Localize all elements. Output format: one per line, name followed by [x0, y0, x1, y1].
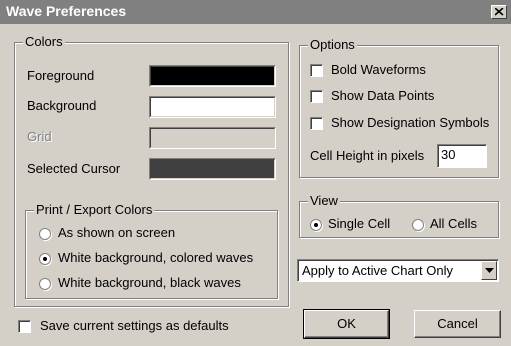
options-legend: Options — [308, 37, 357, 53]
cell-height-label: Cell Height in pixels — [310, 148, 425, 163]
view-legend: View — [308, 193, 340, 209]
single-cell-label[interactable]: Single Cell — [328, 216, 390, 232]
selected-cursor-label: Selected Cursor — [27, 161, 121, 176]
selected-cursor-color-swatch[interactable] — [149, 158, 276, 180]
title-bar[interactable]: Wave Preferences — [0, 0, 511, 24]
cancel-button[interactable]: Cancel — [414, 310, 501, 338]
as-shown-label[interactable]: As shown on screen — [58, 225, 175, 241]
print-export-colors-group: Print / Export Colors As shown on screen… — [25, 202, 278, 299]
colors-legend: Colors — [23, 34, 65, 50]
print-export-legend: Print / Export Colors — [34, 202, 155, 218]
close-icon — [495, 8, 504, 16]
show-data-points-checkbox[interactable] — [310, 90, 323, 103]
white-black-radio[interactable] — [39, 278, 51, 290]
foreground-color-swatch[interactable] — [149, 65, 276, 87]
save-defaults-label[interactable]: Save current settings as defaults — [40, 318, 229, 334]
foreground-label: Foreground — [27, 68, 95, 83]
close-button[interactable] — [491, 5, 507, 19]
ok-button[interactable]: OK — [303, 309, 390, 339]
cell-height-input[interactable]: 30 — [437, 144, 487, 168]
save-defaults-checkbox[interactable] — [18, 320, 31, 333]
grid-color-swatch[interactable] — [149, 127, 276, 149]
options-group: Options Bold Waveforms Show Data Points … — [299, 37, 499, 178]
colors-group: Colors Foreground Background Grid Select… — [14, 34, 289, 307]
apply-scope-value: Apply to Active Chart Only — [302, 263, 454, 278]
wave-preferences-dialog: Wave Preferences Colors Foreground Backg… — [0, 0, 511, 346]
as-shown-radio[interactable] — [39, 228, 51, 240]
chevron-down-icon — [485, 268, 494, 273]
all-cells-radio[interactable] — [412, 219, 424, 231]
apply-scope-select[interactable]: Apply to Active Chart Only — [297, 259, 499, 282]
grid-label: Grid — [27, 129, 52, 144]
background-label: Background — [27, 98, 97, 113]
all-cells-label[interactable]: All Cells — [430, 216, 477, 232]
show-data-points-label[interactable]: Show Data Points — [331, 88, 434, 104]
radio-selected-dot — [43, 257, 47, 261]
white-colored-radio[interactable] — [39, 253, 51, 265]
dropdown-button[interactable] — [481, 261, 497, 280]
dialog-title: Wave Preferences — [6, 3, 127, 19]
single-cell-radio[interactable] — [310, 219, 322, 231]
show-designation-symbols-checkbox[interactable] — [310, 117, 323, 130]
radio-selected-dot — [314, 223, 318, 227]
show-designation-symbols-label[interactable]: Show Designation Symbols — [331, 115, 489, 131]
bold-waveforms-checkbox[interactable] — [310, 64, 323, 77]
white-black-label[interactable]: White background, black waves — [58, 275, 241, 291]
white-colored-label[interactable]: White background, colored waves — [58, 250, 253, 266]
view-group: View Single Cell All Cells — [299, 193, 499, 238]
background-color-swatch[interactable] — [149, 96, 276, 118]
bold-waveforms-label[interactable]: Bold Waveforms — [331, 62, 426, 78]
